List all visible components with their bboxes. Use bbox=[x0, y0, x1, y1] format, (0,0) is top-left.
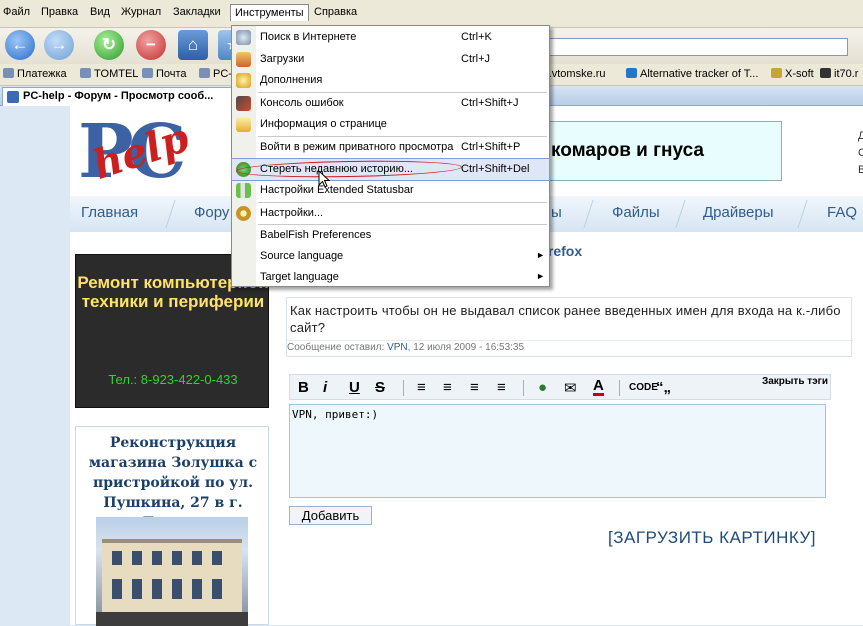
nav-home[interactable]: Главная bbox=[81, 204, 138, 221]
menu-help[interactable]: Справка bbox=[314, 6, 357, 18]
email-icon[interactable]: ✉ bbox=[564, 379, 577, 397]
bookmark-icon bbox=[199, 68, 210, 78]
add-button[interactable]: Добавить bbox=[289, 506, 372, 525]
nav-forum[interactable]: Фору bbox=[194, 204, 229, 221]
nav-files[interactable]: Файлы bbox=[612, 204, 660, 221]
settings-icon bbox=[236, 206, 251, 221]
bookmark-icon bbox=[626, 68, 637, 78]
bookmark-icon bbox=[3, 68, 14, 78]
bookmark-item[interactable]: TOMTEL bbox=[80, 68, 138, 80]
nav-faq[interactable]: FAQ bbox=[827, 204, 857, 221]
stop-icon[interactable]: − bbox=[136, 30, 166, 60]
editor-toolbar: B i U S ≡ ≡ ≡ ≡ ● ✉ A CODE “„ Закрыть тэ… bbox=[289, 374, 831, 400]
menu-item-error-console[interactable]: Консоль ошибок Ctrl+Shift+J bbox=[232, 93, 549, 114]
bookmark-icon bbox=[80, 68, 91, 78]
menu-history[interactable]: Журнал bbox=[121, 6, 161, 18]
banner-text: комаров и гнуса bbox=[551, 140, 704, 161]
nav-separator bbox=[797, 200, 817, 228]
bookmark-item[interactable]: Alternative tracker of T... bbox=[626, 68, 758, 80]
reconstruction-ad[interactable]: Реконструкция магазина Золушка с пристро… bbox=[75, 426, 269, 626]
upload-image-link[interactable]: [ЗАГРУЗИТЬ КАРТИНКУ] bbox=[608, 528, 816, 548]
nav-separator bbox=[583, 200, 603, 228]
menu-tools[interactable]: Инструменты bbox=[230, 4, 309, 21]
close-tags-button[interactable]: Закрыть тэги bbox=[762, 376, 828, 387]
statusbar-icon bbox=[236, 183, 251, 198]
favicon-icon bbox=[7, 91, 19, 103]
site-logo[interactable]: PC help bbox=[78, 112, 238, 192]
post-meta: Сообщение оставил: VPN, 12 июля 2009 - 1… bbox=[287, 340, 853, 353]
address-bar[interactable] bbox=[548, 38, 848, 56]
tools-dropdown-menu: Поиск в Интернете Ctrl+K Загрузки Ctrl+J… bbox=[231, 25, 550, 287]
bold-button[interactable]: B bbox=[298, 379, 309, 396]
justify-icon[interactable]: ≡ bbox=[497, 379, 506, 396]
ad-banner[interactable]: комаров и гнуса bbox=[548, 121, 782, 181]
quote-icon[interactable]: “„ bbox=[656, 379, 671, 396]
menu-item-target-language[interactable]: Target language ► bbox=[232, 267, 549, 288]
building-image bbox=[96, 517, 248, 626]
mail-icon bbox=[142, 68, 153, 78]
post-text: Как настроить чтобы он не выдавал список… bbox=[290, 303, 841, 335]
addons-icon bbox=[236, 73, 251, 88]
menu-item-extended-statusbar[interactable]: Настройки Extended Statusbar bbox=[232, 180, 549, 201]
nav-separator bbox=[165, 200, 185, 228]
menu-view[interactable]: Вид bbox=[90, 6, 110, 18]
downloads-icon bbox=[236, 52, 251, 67]
bookmark-item[interactable]: PC- bbox=[199, 68, 232, 80]
bookmark-item[interactable]: Платежка bbox=[3, 68, 67, 80]
back-icon[interactable]: ← bbox=[5, 30, 35, 60]
font-color-icon[interactable]: A bbox=[593, 378, 604, 396]
forward-icon[interactable]: → bbox=[44, 30, 74, 60]
menu-bookmarks[interactable]: Закладки bbox=[173, 6, 221, 18]
nav-separator bbox=[675, 200, 695, 228]
menu-edit[interactable]: Правка bbox=[41, 6, 78, 18]
reply-textarea[interactable]: VPN, привет:) bbox=[289, 404, 826, 498]
menu-item-source-language[interactable]: Source language ► bbox=[232, 246, 549, 267]
italic-button[interactable]: i bbox=[323, 379, 327, 396]
underline-button[interactable]: U bbox=[349, 379, 360, 396]
home-icon[interactable]: ⌂ bbox=[178, 30, 208, 60]
error-console-icon bbox=[236, 96, 251, 111]
menu-item-page-info[interactable]: Информация о странице bbox=[232, 114, 549, 135]
code-button[interactable]: CODE bbox=[629, 382, 658, 393]
menu-item-private-browsing[interactable]: Войти в режим приватного просмотра Ctrl+… bbox=[232, 137, 549, 158]
nav-drivers[interactable]: Драйверы bbox=[703, 204, 774, 221]
bookmark-item[interactable]: Почта bbox=[142, 68, 187, 80]
menu-item-web-search[interactable]: Поиск в Интернете Ctrl+K bbox=[232, 27, 549, 48]
bookmark-item[interactable]: X-soft bbox=[771, 68, 814, 80]
tab-pc-help-forum[interactable]: PC-help - Форум - Просмотр сооб... bbox=[2, 87, 237, 106]
link-icon[interactable]: ● bbox=[538, 379, 547, 396]
strike-button[interactable]: S bbox=[375, 379, 385, 396]
menu-bar: Файл Правка Вид Журнал Закладки Инструме… bbox=[0, 0, 863, 28]
ad-phone: Тел.: 8-923-422-0-433 bbox=[108, 372, 238, 387]
align-right-icon[interactable]: ≡ bbox=[470, 379, 479, 396]
bookmark-icon bbox=[820, 68, 831, 78]
nav-item[interactable]: ы bbox=[551, 204, 562, 221]
menu-item-babelfish-preferences[interactable]: BabelFish Preferences bbox=[232, 225, 549, 246]
search-icon bbox=[236, 30, 251, 45]
reload-icon[interactable]: ↻ bbox=[94, 30, 124, 60]
menu-item-addons[interactable]: Дополнения bbox=[232, 70, 549, 91]
page-info-icon bbox=[236, 117, 251, 132]
post-author-link[interactable]: VPN bbox=[387, 342, 408, 353]
submenu-arrow-icon: ► bbox=[536, 271, 545, 281]
bookmark-icon bbox=[771, 68, 782, 78]
mouse-cursor-icon bbox=[318, 170, 330, 188]
submenu-arrow-icon: ► bbox=[536, 250, 545, 260]
side-letters: Д С В bbox=[858, 130, 863, 176]
align-left-icon[interactable]: ≡ bbox=[417, 379, 426, 396]
menu-item-downloads[interactable]: Загрузки Ctrl+J bbox=[232, 49, 549, 70]
menu-item-settings[interactable]: Настройки... bbox=[232, 203, 549, 224]
bookmark-item[interactable]: it70.r bbox=[820, 68, 858, 80]
menu-file[interactable]: Файл bbox=[3, 6, 30, 18]
align-center-icon[interactable]: ≡ bbox=[443, 379, 452, 396]
